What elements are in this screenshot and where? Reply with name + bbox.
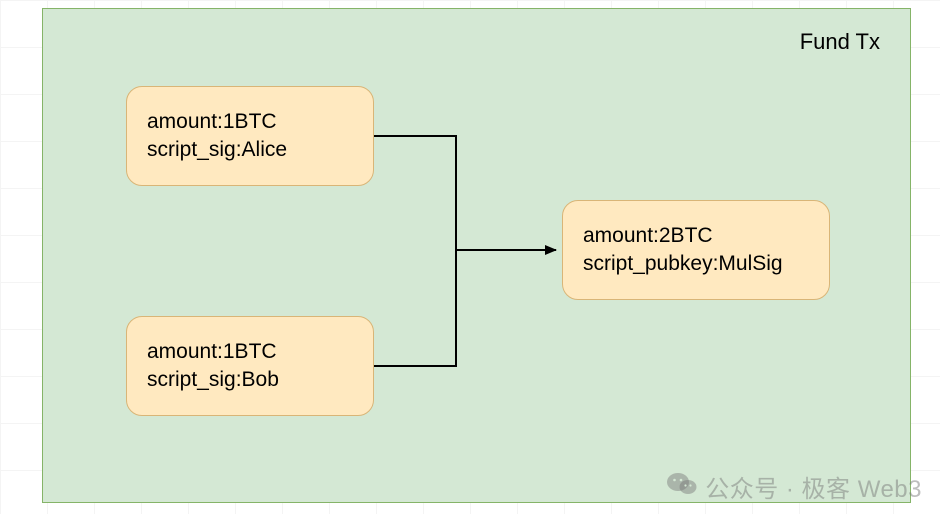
wechat-icon: [667, 471, 697, 504]
input-node-alice: amount:1BTC script_sig:Alice: [126, 86, 374, 186]
watermark-text: 公众号 · 极客 Web3: [705, 469, 922, 504]
output-amount: amount:2BTC: [583, 222, 829, 250]
input-bob-script: script_sig:Bob: [147, 366, 373, 394]
watermark: 公众号 · 极客 Web3: [667, 469, 922, 504]
output-script: script_pubkey:MulSig: [583, 250, 829, 278]
input-alice-amount: amount:1BTC: [147, 108, 373, 136]
input-alice-script: script_sig:Alice: [147, 136, 373, 164]
output-node-mulsig: amount:2BTC script_pubkey:MulSig: [562, 200, 830, 300]
input-bob-amount: amount:1BTC: [147, 338, 373, 366]
diagram-canvas: Fund Tx amount:1BTC script_sig:Alice amo…: [0, 0, 940, 514]
container-title: Fund Tx: [800, 29, 880, 55]
input-node-bob: amount:1BTC script_sig:Bob: [126, 316, 374, 416]
